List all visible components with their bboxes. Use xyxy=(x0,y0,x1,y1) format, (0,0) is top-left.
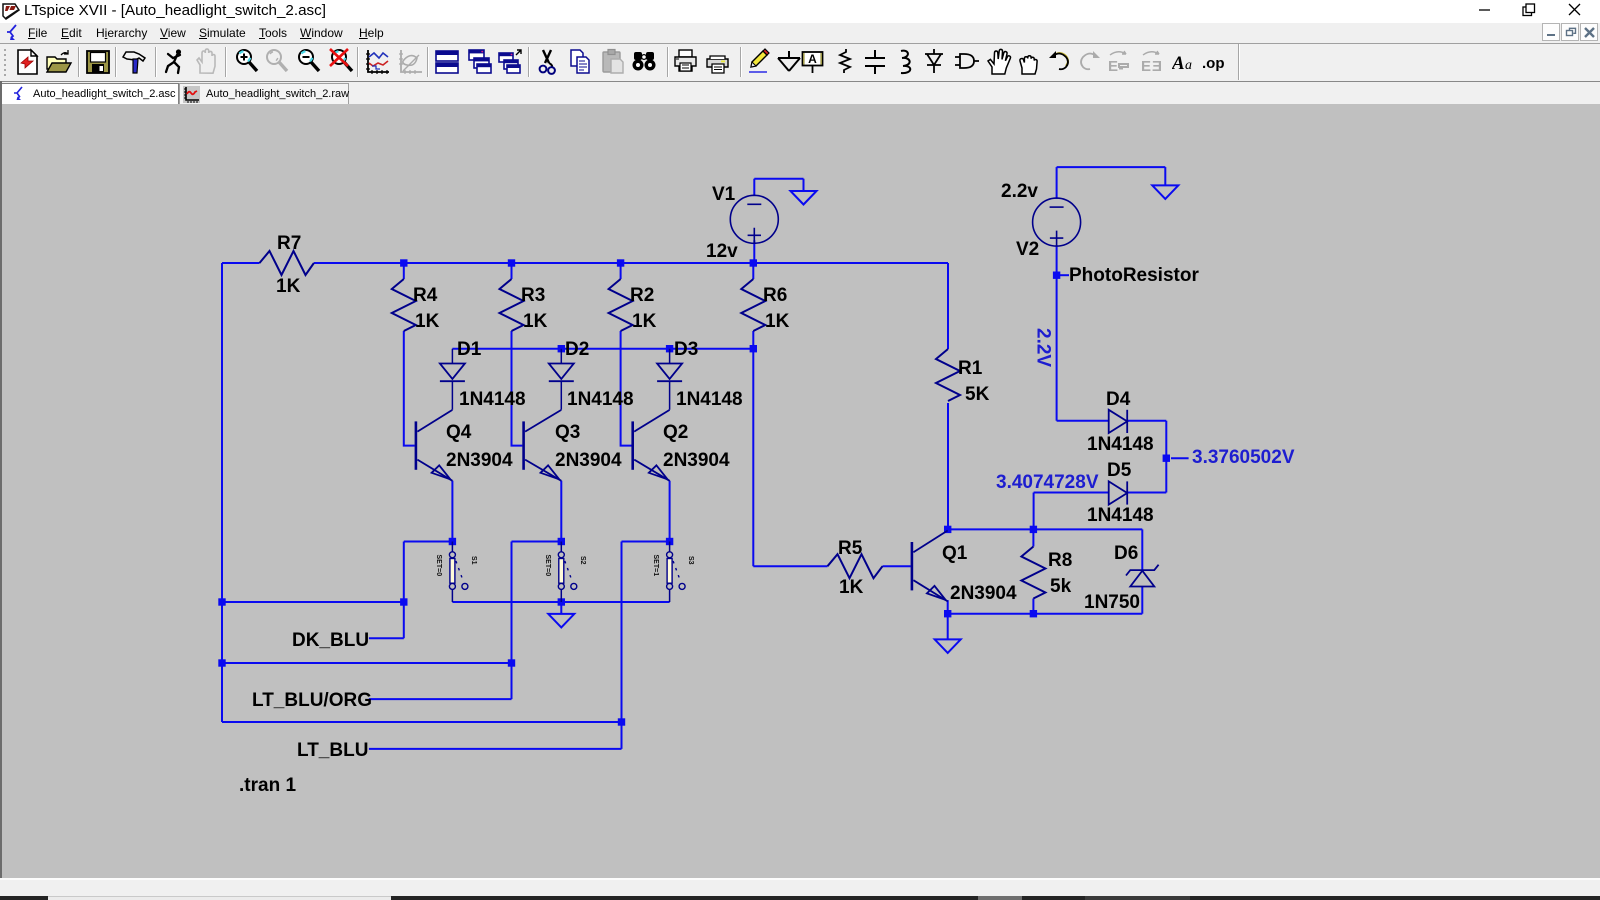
svg-text:SET=0: SET=0 xyxy=(435,555,442,577)
svg-text:R4: R4 xyxy=(413,285,438,306)
svg-text:R5: R5 xyxy=(838,538,863,559)
svg-text:2.2v: 2.2v xyxy=(1001,181,1038,202)
svg-text:D3: D3 xyxy=(674,339,698,360)
svg-text:V2: V2 xyxy=(1016,239,1039,260)
svg-text:1K: 1K xyxy=(839,577,864,598)
svg-text:2N3904: 2N3904 xyxy=(446,450,513,471)
svg-text:1K: 1K xyxy=(276,276,301,297)
svg-text:12v: 12v xyxy=(706,241,738,262)
svg-text:1N4148: 1N4148 xyxy=(567,389,634,410)
svg-text:R3: R3 xyxy=(521,285,545,306)
svg-text:SET=0: SET=0 xyxy=(544,555,551,577)
svg-text:Q3: Q3 xyxy=(555,422,580,443)
svg-text:1N4148: 1N4148 xyxy=(676,389,743,410)
svg-text:Q4: Q4 xyxy=(446,422,472,443)
svg-text:2N3904: 2N3904 xyxy=(555,450,622,471)
svg-text:1K: 1K xyxy=(415,311,440,332)
svg-text:2.2V: 2.2V xyxy=(1033,328,1054,367)
svg-text:V1: V1 xyxy=(712,184,736,205)
svg-text:R2: R2 xyxy=(630,285,654,306)
svg-text:D6: D6 xyxy=(1114,543,1138,564)
svg-text:LT_BLU/ORG: LT_BLU/ORG xyxy=(252,690,372,711)
svg-text:R8: R8 xyxy=(1048,550,1072,571)
svg-text:3.4074728V: 3.4074728V xyxy=(996,472,1099,493)
svg-text:S3: S3 xyxy=(687,556,694,565)
svg-text:1N4148: 1N4148 xyxy=(1087,434,1154,455)
svg-text:SET=1: SET=1 xyxy=(652,555,659,577)
svg-text:DK_BLU: DK_BLU xyxy=(292,630,369,651)
svg-text:Q2: Q2 xyxy=(663,422,688,443)
svg-text:1K: 1K xyxy=(765,311,790,332)
svg-text:S1: S1 xyxy=(470,556,477,565)
svg-text:5K: 5K xyxy=(965,384,990,405)
svg-text:1N4148: 1N4148 xyxy=(1087,505,1154,526)
svg-text:S2: S2 xyxy=(579,556,586,565)
svg-text:D5: D5 xyxy=(1107,460,1132,481)
svg-text:Q1: Q1 xyxy=(942,543,968,564)
svg-text:R1: R1 xyxy=(958,358,983,379)
svg-text:R7: R7 xyxy=(277,233,301,254)
svg-text:D1: D1 xyxy=(457,339,482,360)
svg-text:1N750: 1N750 xyxy=(1084,592,1140,613)
svg-text:2N3904: 2N3904 xyxy=(950,583,1017,604)
svg-text:1N4148: 1N4148 xyxy=(459,389,526,410)
svg-text:.tran 1: .tran 1 xyxy=(239,775,296,796)
svg-text:1K: 1K xyxy=(632,311,657,332)
svg-text:2N3904: 2N3904 xyxy=(663,450,730,471)
svg-text:3.3760502V: 3.3760502V xyxy=(1192,447,1295,468)
svg-text:D4: D4 xyxy=(1106,389,1131,410)
svg-text:R6: R6 xyxy=(763,285,787,306)
svg-text:PhotoResistor: PhotoResistor xyxy=(1069,265,1199,286)
svg-text:1K: 1K xyxy=(523,311,548,332)
svg-text:LT_BLU: LT_BLU xyxy=(297,740,368,761)
svg-text:D2: D2 xyxy=(565,339,589,360)
svg-text:5k: 5k xyxy=(1050,576,1072,597)
